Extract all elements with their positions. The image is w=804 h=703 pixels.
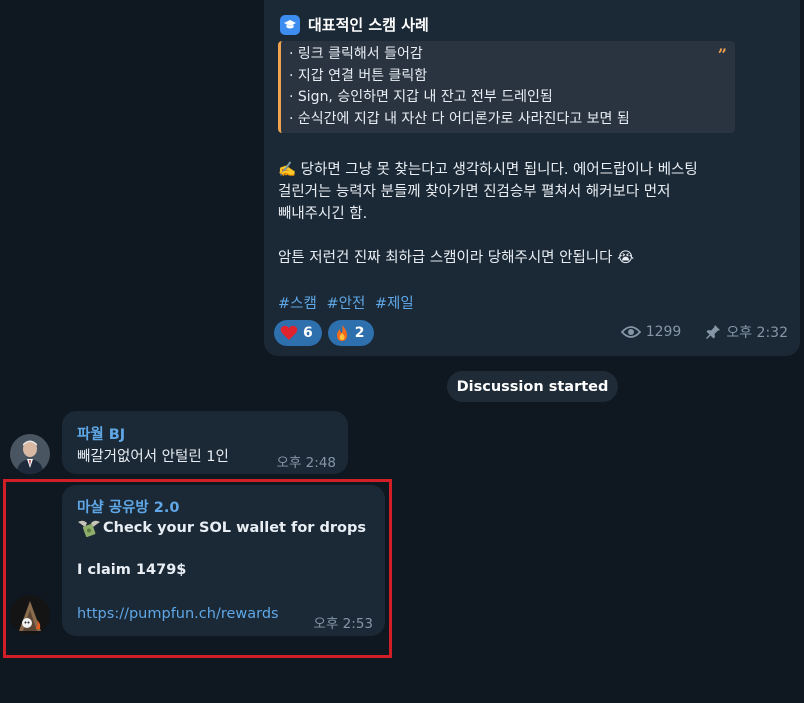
post-meta: 1299 오후 2:32 xyxy=(620,322,788,342)
post-body-line: 걸린거는 능력자 분들께 찾아가면 진검승부 펼쳐서 해커보다 먼저 xyxy=(278,184,671,200)
message-bubble: 마샬 공유방 2.0 Check your SOL wallet for dro… xyxy=(62,485,385,636)
eye-icon xyxy=(620,326,641,338)
reaction-heart[interactable]: 6 xyxy=(274,320,322,346)
discussion-started-badge: Discussion started xyxy=(447,371,618,402)
quote-mark-icon: ” xyxy=(717,45,727,64)
sender-name[interactable]: 마샬 공유방 2.0 xyxy=(77,496,179,517)
message-time: 오후 2:53 xyxy=(313,616,373,632)
hashtag-link[interactable]: #안전 xyxy=(326,296,365,312)
hashtags: #스캠 #안전 #제일 xyxy=(278,292,419,313)
post-body-line: 암튼 저런건 진짜 최하급 스캠이라 당해주시면 안됩니다 😭 xyxy=(278,250,635,266)
quote-line: · 순식간에 지갑 내 자산 다 어디론가로 사라진다고 보면 됨 xyxy=(289,110,630,127)
post-body-line: 빼내주시긴 함. xyxy=(278,206,368,222)
message-text: Check your SOL wallet for drops xyxy=(77,518,366,538)
reaction-fire[interactable]: 2 xyxy=(327,320,374,346)
avatar[interactable] xyxy=(10,595,50,635)
message-bubble: 파월 BJ 빼갈거없어서 안털린 1인 오후 2:48 xyxy=(62,411,348,474)
post-body-spacer xyxy=(278,225,790,247)
message-text: 빼갈거없어서 안털린 1인 xyxy=(77,449,229,465)
sender-name[interactable]: 파월 BJ xyxy=(77,423,125,444)
graduation-cap-icon xyxy=(280,14,300,35)
post-time: 오후 2:32 xyxy=(726,325,788,341)
view-count: 1299 xyxy=(645,324,682,340)
post-body-line: ✍️ 당하면 그냥 못 찾는다고 생각하시면 됩니다. 에어드랍이나 베스팅 xyxy=(278,162,698,178)
avatar[interactable] xyxy=(10,434,50,474)
post-heading-text: 대표적인 스캠 사례 xyxy=(308,16,429,34)
quote-line: · 링크 클릭해서 들어감 xyxy=(289,46,423,62)
quote-line: · Sign, 승인하면 지갑 내 잔고 전부 드레인됨 xyxy=(289,89,553,105)
fire-icon xyxy=(336,325,347,341)
post-heading: 대표적인 스캠 사례 xyxy=(280,14,429,35)
quote-block: · 링크 클릭해서 들어감 · 지갑 연결 버튼 클릭함 · Sign, 승인하… xyxy=(278,41,735,133)
message-time: 오후 2:48 xyxy=(276,455,336,471)
message-line: I claim 1479$ xyxy=(77,562,187,578)
hashtag-link[interactable]: #제일 xyxy=(375,296,414,312)
hashtag-link[interactable]: #스캠 xyxy=(278,296,317,312)
channel-post: 대표적인 스캠 사례 · 링크 클릭해서 들어감 · 지갑 연결 버튼 클릭함 … xyxy=(264,0,800,356)
reaction-count: 6 xyxy=(303,325,313,341)
money-wings-icon xyxy=(78,520,100,538)
quote-line: · 지갑 연결 버튼 클릭함 xyxy=(289,67,428,84)
pin-icon xyxy=(706,325,721,339)
message-link[interactable]: https://pumpfun.ch/rewards xyxy=(77,606,279,622)
post-body: ✍️ 당하면 그냥 못 찾는다고 생각하시면 됩니다. 에어드랍이나 베스팅 걸… xyxy=(278,159,790,269)
reaction-count: 2 xyxy=(354,325,365,341)
reactions: 6 2 xyxy=(274,320,374,346)
message-line: Check your SOL wallet for drops xyxy=(103,520,366,536)
heart-icon xyxy=(280,325,298,340)
